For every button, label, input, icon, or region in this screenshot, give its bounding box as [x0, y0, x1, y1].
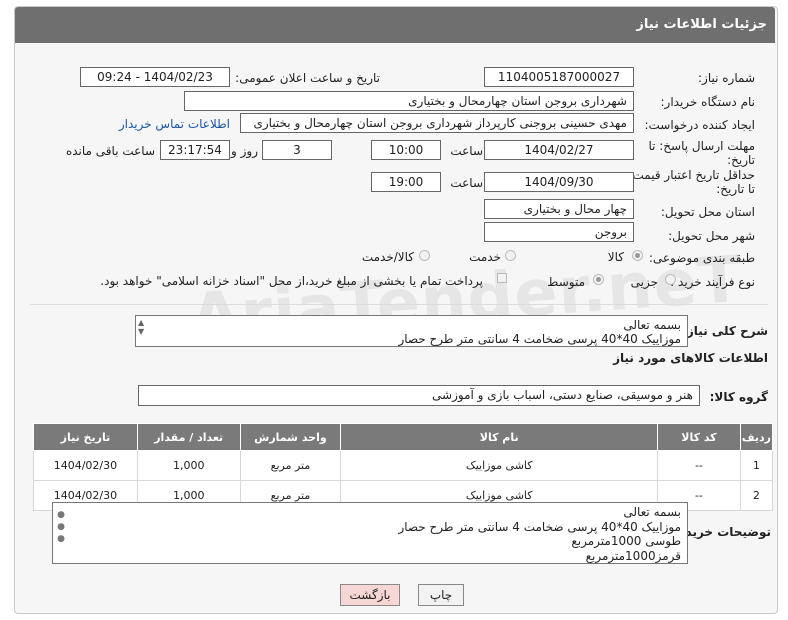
requester-field[interactable]: مهدی حسینی بروجنی کارپرداز شهرداری بروجن…: [240, 113, 634, 133]
description-label: شرح کلی نیاز:: [682, 324, 768, 338]
city-label: شهر محل تحویل:: [668, 229, 755, 243]
buyer-notes-line-4: قرمز1000مترمربع: [585, 548, 681, 563]
buyer-contact-link[interactable]: اطلاعات تماس خریدار: [119, 117, 230, 131]
col-unit: واحد شمارش: [239, 423, 342, 451]
reply-days-field[interactable]: 3: [262, 140, 332, 160]
announce-label: تاریخ و ساعت اعلان عمومی:: [235, 71, 380, 85]
buyer-notes-line-2: موزاییک 40*40 پرسی ضخامت 4 سانتی متر طرح…: [398, 519, 681, 534]
scrollbar-icon[interactable]: ● ● ●: [56, 509, 66, 545]
price-validity-label-2: تا تاریخ:: [716, 182, 755, 196]
buyer-org-field[interactable]: شهرداری بروجن استان چهارمحال و بختیاری: [184, 91, 634, 111]
province-field[interactable]: چهار محال و بختیاری: [484, 199, 634, 219]
process-radio-medium[interactable]: [593, 274, 604, 285]
province-label: استان محل تحویل:: [660, 205, 755, 219]
col-row-number: ردیف: [739, 423, 774, 451]
goods-group-label: گروه کالا:: [709, 390, 768, 404]
announce-field[interactable]: 1404/02/23 - 09:24: [80, 67, 230, 87]
col-goods-code: کد کالا: [657, 423, 741, 451]
category-radio-goods-service[interactable]: [419, 250, 430, 261]
remaining-time-field[interactable]: 23:17:54: [160, 140, 230, 160]
process-radio-partial[interactable]: [665, 274, 676, 285]
city-field[interactable]: بروجن: [484, 222, 634, 242]
table-header-row: ردیف کد کالا نام کالا واحد شمارش تعداد /…: [33, 423, 774, 451]
process-option-partial: جزیی: [630, 275, 658, 289]
process-label: نوع فرآیند خرید :: [670, 275, 755, 289]
unit: متر مربع: [239, 450, 342, 481]
buyer-notes-textarea[interactable]: بسمه تعالی موزاییک 40*40 پرسی ضخامت 4 سا…: [52, 502, 688, 564]
goods-name: کاشی موزاییک: [340, 450, 659, 481]
category-radio-goods[interactable]: [632, 250, 643, 261]
price-validity-date-field[interactable]: 1404/09/30: [484, 172, 634, 192]
category-option-goods-service: کالا/خدمت: [361, 250, 414, 264]
page-title: جزئیات اطلاعات نیاز: [636, 17, 767, 32]
description-textarea[interactable]: بسمه تعالی موزاییک 40*40 پرسی ضخامت 4 سا…: [135, 315, 688, 347]
col-goods-name: نام کالا: [340, 423, 659, 451]
goods-group-field[interactable]: هنر و موسیقی، صنایع دستی، اسباب بازی و آ…: [138, 385, 700, 406]
goods-table: ردیف کد کالا نام کالا واحد شمارش تعداد /…: [33, 423, 774, 511]
table-row[interactable]: 1 -- کاشی موزاییک متر مربع 1,000 1404/02…: [33, 450, 774, 481]
divider: [30, 304, 768, 305]
reply-time-field[interactable]: 10:00: [371, 140, 441, 160]
requester-label: ایجاد کننده درخواست:: [644, 118, 755, 132]
category-radio-service[interactable]: [505, 250, 516, 261]
buyer-notes-line-1: بسمه تعالی: [623, 505, 681, 519]
need-date: 1404/02/30: [33, 450, 138, 481]
reply-days-label: روز و: [231, 144, 258, 158]
reply-date-field[interactable]: 1404/02/27: [484, 140, 634, 160]
reply-deadline-label-1: مهلت ارسال پاسخ: تا: [648, 139, 755, 153]
buyer-notes-line-3: طوسی 1000مترمربع: [571, 534, 681, 548]
need-number-label: شماره نیاز:: [698, 71, 755, 85]
category-option-service: خدمت: [469, 250, 501, 264]
treasury-payment-note: پرداخت تمام یا بخشی از مبلغ خرید،از محل …: [100, 274, 483, 288]
print-button[interactable]: چاپ: [418, 584, 464, 606]
row-number: 1: [739, 450, 774, 481]
category-label: طبقه بندی موضوعی:: [648, 251, 755, 265]
description-line-2: موزاییک 40*40 پرسی ضخامت 4 سانتی متر طرح…: [398, 332, 681, 346]
description-line-1: بسمه تعالی: [623, 318, 681, 332]
back-button[interactable]: بازگشت: [340, 584, 400, 606]
goods-code: --: [657, 450, 741, 481]
goods-section-title: اطلاعات کالاهای مورد نیاز: [613, 351, 768, 365]
scroll-arrows-icon[interactable]: ▲ ▼: [138, 318, 144, 336]
page-header: جزئیات اطلاعات نیاز: [15, 7, 775, 43]
quantity: 1,000: [136, 450, 241, 481]
price-validity-label-1: حداقل تاریخ اعتبار قیمت:: [628, 168, 755, 182]
row-number: 2: [739, 480, 774, 511]
price-validity-time-label: ساعت: [450, 176, 483, 190]
reply-deadline-label-2: تاریخ:: [727, 153, 755, 167]
col-need-date: تاریخ نیاز: [33, 423, 138, 451]
reply-time-label: ساعت: [450, 144, 483, 158]
need-number-field[interactable]: 1104005187000027: [484, 67, 634, 87]
col-quantity: تعداد / مقدار: [136, 423, 241, 451]
price-validity-time-field[interactable]: 19:00: [371, 172, 441, 192]
treasury-payment-checkbox[interactable]: [497, 273, 507, 283]
category-option-goods: کالا: [607, 250, 624, 264]
process-option-medium: متوسط: [547, 275, 585, 289]
remaining-time-label: ساعت باقی مانده: [65, 144, 155, 158]
buyer-org-label: نام دستگاه خریدار:: [660, 95, 756, 109]
